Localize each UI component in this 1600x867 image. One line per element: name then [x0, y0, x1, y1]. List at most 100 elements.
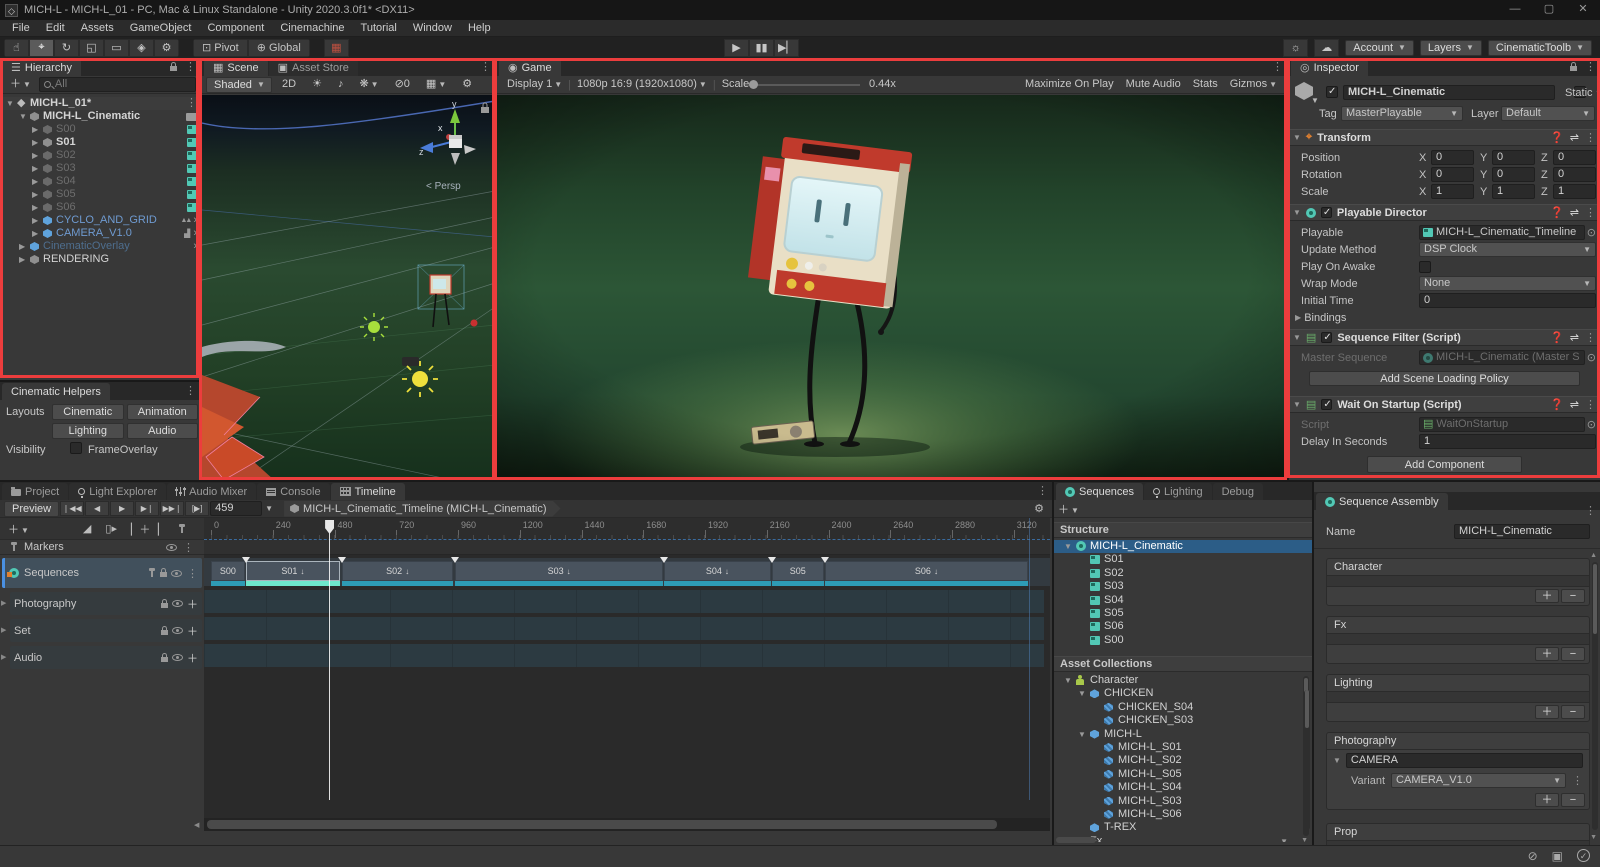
step-button[interactable]: ▶▏ — [774, 39, 799, 57]
menu-cinemachine[interactable]: Cinemachine — [272, 22, 352, 34]
effects-dropdown[interactable]: ❋▼ — [353, 77, 384, 93]
layout-button-animation[interactable]: Animation — [127, 404, 199, 420]
enabled-checkbox[interactable] — [1321, 399, 1332, 410]
remove-button[interactable]: − — [1561, 589, 1585, 603]
move-tool[interactable]: ⌖ — [29, 39, 54, 57]
expander-icon[interactable]: ▶ — [32, 149, 38, 162]
eye-icon[interactable] — [171, 570, 182, 577]
timeline-markers-strip[interactable] — [204, 540, 1050, 555]
structure-item-s02[interactable]: S02 — [1054, 567, 1312, 580]
menu-help[interactable]: Help — [460, 22, 499, 34]
panel-menu-icon[interactable]: ⋮ — [185, 60, 196, 73]
remove-button[interactable]: − — [1561, 705, 1585, 719]
track-header-sequences[interactable]: Sequences⋮ — [2, 558, 202, 588]
hidden-objects-toggle[interactable]: ⊘0 — [389, 77, 416, 93]
variant-menu-icon[interactable]: ⋮ — [1572, 774, 1583, 787]
scale-slider-knob[interactable] — [749, 80, 758, 89]
expander-icon[interactable]: ▼ — [1064, 674, 1072, 687]
add-clip-icon[interactable]: ＋ — [187, 596, 198, 612]
collection-item-mich-l-s01[interactable]: MICH-L_S01 — [1054, 741, 1302, 754]
transform-position-x-field[interactable]: 0 — [1431, 150, 1474, 165]
pivot-toggle[interactable]: ⊡ Pivot — [193, 39, 248, 57]
component-menu-icon[interactable]: ⋮ — [1585, 131, 1596, 144]
tab-game[interactable]: ◉Game — [499, 59, 561, 76]
add-button[interactable]: ＋ — [1535, 793, 1559, 807]
sequence-filter-header[interactable]: ▼▤ Sequence Filter (Script) ❓⇌⋮ — [1289, 329, 1600, 346]
collection-item-mich-l-s03[interactable]: MICH-L_S03 — [1054, 795, 1302, 808]
scale-tool[interactable]: ◱ — [79, 39, 104, 57]
layer-dropdown[interactable]: Default▼ — [1501, 106, 1595, 121]
create-button[interactable]: ＋▼ — [4, 77, 37, 93]
variant-dropdown[interactable]: CAMERA_V1.0▼ — [1391, 773, 1566, 788]
transform-header[interactable]: ▼⌖ Transform ❓⇌⋮ — [1289, 129, 1600, 146]
timeline-marker[interactable] — [660, 557, 668, 563]
rect-tool[interactable]: ▭ — [104, 39, 129, 57]
layout-button-cinematic[interactable]: Cinematic — [52, 404, 124, 420]
component-menu-icon[interactable]: ⋮ — [1585, 206, 1596, 219]
clip-s00[interactable]: S00 — [211, 561, 245, 581]
notifications-muted-icon[interactable]: ⊘ — [1528, 849, 1538, 863]
sequences-clip-row[interactable]: S00S01↓S02↓S03↓S04↓S05S06↓ — [204, 558, 1050, 586]
minimize-button[interactable]: — — [1498, 0, 1532, 20]
update-method-dropdown[interactable]: DSP Clock▼ — [1419, 242, 1596, 257]
prefab-chevron-icon[interactable]: › — [193, 240, 197, 253]
transform-scale-y-field[interactable]: 1 — [1492, 184, 1535, 199]
expander-icon[interactable]: ▶ — [32, 136, 38, 149]
component-menu-icon[interactable]: ⋮ — [1585, 398, 1596, 411]
expander-icon[interactable]: ▶ — [19, 253, 25, 266]
structure-item-s00[interactable]: S00 — [1054, 634, 1312, 647]
shading-dropdown[interactable]: Shaded▼ — [206, 77, 272, 93]
object-picker-icon[interactable]: ⊙ — [1587, 351, 1596, 364]
timeline-settings-icon[interactable]: ⚙ — [1034, 502, 1044, 515]
clip-edit-ripple-icon[interactable]: ▏＋▕ — [131, 521, 159, 537]
delay-field[interactable]: 1 — [1419, 434, 1596, 449]
timeline-marker[interactable] — [821, 557, 829, 563]
clip-edit-mix-icon[interactable]: ▯▸ — [105, 522, 117, 535]
hierarchy-item-s04[interactable]: ▶S04 — [0, 175, 200, 188]
layers-dropdown[interactable]: Layers▼ — [1420, 40, 1482, 56]
enabled-checkbox[interactable] — [1321, 207, 1332, 218]
hierarchy-item-camera-v1-0[interactable]: ▶CAMERA_V1.0▟› — [0, 227, 200, 240]
hierarchy-item-cinematicoverlay[interactable]: ▶CinematicOverlay› — [0, 240, 200, 253]
expander-icon[interactable]: ▶ — [32, 123, 38, 136]
clip-s06[interactable]: S06↓ — [825, 561, 1029, 581]
prefab-chevron-icon[interactable]: › — [193, 214, 197, 227]
preview-button[interactable]: Preview — [4, 501, 59, 517]
lock-icon[interactable] — [161, 657, 168, 662]
tab-asset-store[interactable]: ▣Asset Store — [269, 59, 358, 76]
collection-item-t-rex[interactable]: T-REX — [1054, 821, 1302, 834]
pin-icon[interactable] — [181, 525, 183, 533]
transform-tool[interactable]: ◈ — [129, 39, 154, 57]
track-menu-icon[interactable]: ⋮ — [187, 567, 198, 580]
panel-menu-icon[interactable]: ⋮ — [1272, 60, 1283, 73]
expander-icon[interactable]: ▶ — [32, 188, 38, 201]
play-button[interactable]: ▶ — [110, 501, 134, 516]
pause-button[interactable]: ▮▮ — [749, 39, 774, 57]
timeline-marker[interactable] — [242, 557, 250, 563]
assembly-scrollbar[interactable] — [1592, 562, 1598, 830]
frame-dropdown-icon[interactable]: ▼ — [265, 504, 273, 513]
gameobject-icon[interactable]: ▼ — [1295, 82, 1321, 108]
add-scene-loading-policy-button[interactable]: Add Scene Loading Policy — [1309, 371, 1580, 386]
clip-s05[interactable]: S05 — [772, 561, 824, 581]
hierarchy-item-mich-l-cinematic[interactable]: ▼MICH-L_Cinematic — [0, 110, 200, 123]
bindings-foldout[interactable]: Bindings — [1304, 312, 1346, 324]
help-icon[interactable]: ❓ — [1550, 206, 1564, 219]
structure-item-s06[interactable]: S06 — [1054, 620, 1312, 633]
timeline-content[interactable]: 0240480720960120014401680192021602400264… — [204, 518, 1050, 818]
frame-overlay-checkbox[interactable] — [70, 442, 82, 454]
scroll-down-icon[interactable]: ▼ — [1301, 837, 1308, 844]
add-track-button[interactable]: ＋▼ — [8, 521, 29, 537]
tab-debug[interactable]: Debug — [1213, 483, 1263, 500]
play-range-button[interactable]: [▶] — [185, 501, 209, 516]
scene-audio-toggle[interactable]: ♪ — [332, 77, 350, 93]
remove-button[interactable]: − — [1561, 647, 1585, 661]
add-clip-icon[interactable]: ＋ — [187, 650, 198, 666]
rotate-tool[interactable]: ↻ — [54, 39, 79, 57]
resolution-dropdown[interactable]: 1080p 16:9 (1920x1080)▼ — [571, 77, 713, 93]
object-picker-icon[interactable]: ⊙ — [1587, 226, 1596, 239]
lock-icon[interactable] — [161, 630, 168, 635]
2d-toggle[interactable]: 2D — [276, 77, 302, 93]
play-on-awake-checkbox[interactable] — [1419, 261, 1431, 273]
timeline-marker[interactable] — [451, 557, 459, 563]
